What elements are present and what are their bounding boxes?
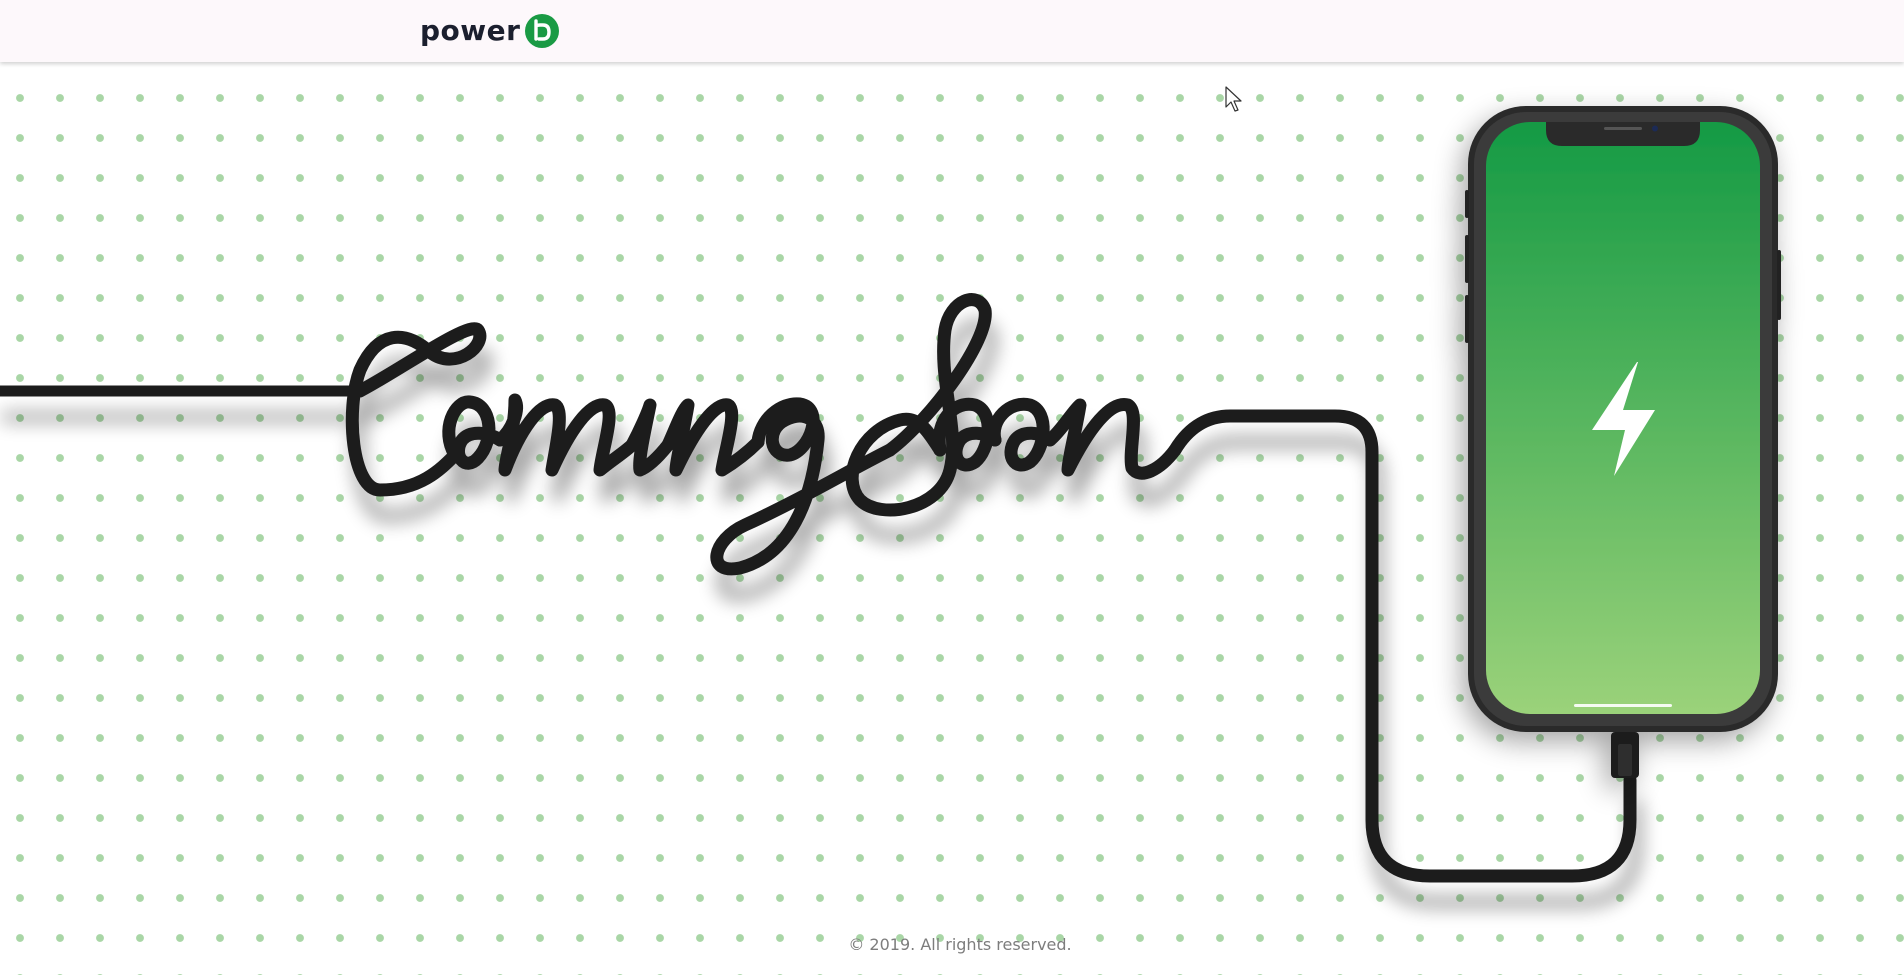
power-b-logo-icon: [525, 14, 560, 48]
copyright-text: © 2019. All rights reserved.: [848, 935, 1072, 954]
coming-soon-script: [345, 293, 1637, 883]
brand-logo-link[interactable]: power: [420, 13, 560, 49]
logo-wordmark: power: [420, 14, 521, 47]
site-header: power: [0, 0, 1904, 62]
smartphone: [1465, 106, 1781, 778]
coming-soon-illustration: [0, 106, 1781, 883]
charging-cable: [0, 293, 1637, 883]
mouse-cursor-icon: [1225, 86, 1242, 112]
